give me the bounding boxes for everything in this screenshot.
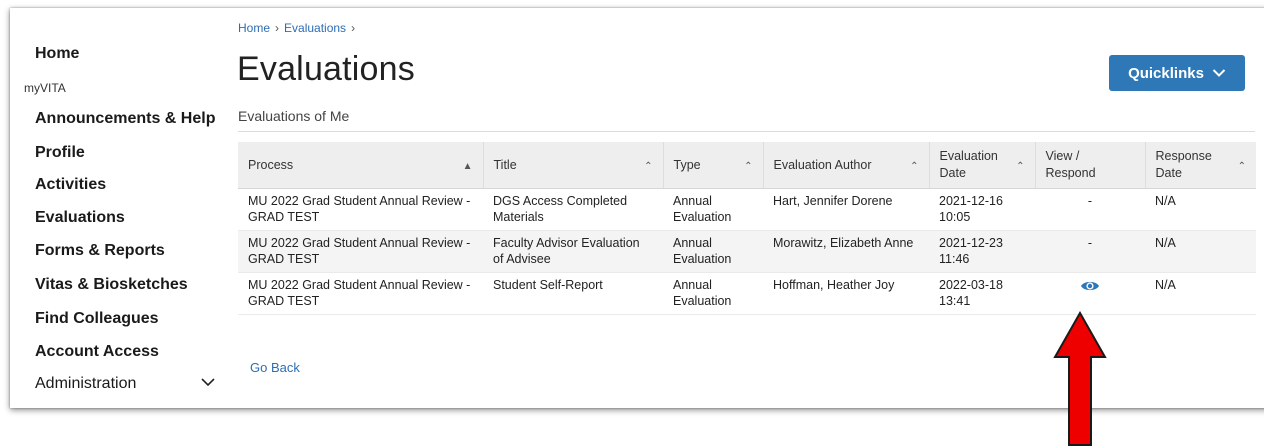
sidebar-item-find-colleagues[interactable]: Find Colleagues (35, 310, 159, 328)
sidebar-item-forms-reports[interactable]: Forms & Reports (35, 242, 165, 260)
cell-response-date: N/A (1145, 230, 1256, 273)
column-header-label: Title (493, 157, 517, 172)
sidebar-item-evaluations[interactable]: Evaluations (35, 209, 125, 227)
eye-icon[interactable] (1080, 279, 1100, 293)
chevron-down-icon (1212, 69, 1226, 77)
section-subtitle: Evaluations of Me (238, 108, 350, 124)
sidebar-item-vitas-biosketches[interactable]: Vitas & Biosketches (35, 276, 188, 294)
cell-type: Annual Evaluation (663, 272, 763, 315)
column-header-title[interactable]: Title ⌃ (483, 142, 664, 189)
cell-process: MU 2022 Grad Student Annual Review - GRA… (238, 230, 483, 273)
annotation-arrow-icon (1053, 311, 1107, 446)
breadcrumb: Home › Evaluations › (238, 21, 360, 35)
sidebar-item-account-access[interactable]: Account Access (35, 343, 159, 361)
sidebar-nav: Home myVITA Announcements & Help Profile… (10, 8, 225, 408)
cell-title: Student Self-Report (483, 272, 663, 315)
evaluations-table: Process ▲ Title ⌃ Type ⌃ Evaluation Author ⌃… (238, 142, 1256, 315)
table-row: MU 2022 Grad Student Annual Review - GRA… (238, 188, 1256, 231)
quicklinks-label: Quicklinks (1128, 64, 1204, 82)
cell-author: Morawitz, Elizabeth Anne (763, 230, 929, 273)
cell-date: 2021-12-16 10:05 (929, 188, 1035, 231)
table-row: MU 2022 Grad Student Annual Review - GRA… (238, 230, 1256, 273)
cell-view (1035, 272, 1145, 315)
sidebar-item-profile[interactable]: Profile (35, 144, 85, 162)
sort-icon[interactable]: ⌃ (1016, 158, 1024, 175)
cell-response-date: N/A (1145, 272, 1256, 315)
cell-author: Hart, Jennifer Dorene (763, 188, 929, 231)
page-title: Evaluations (237, 50, 415, 88)
breadcrumb-separator: › (275, 21, 280, 35)
cell-response-date: N/A (1145, 188, 1256, 231)
chevron-down-icon[interactable] (200, 374, 216, 390)
table-row: MU 2022 Grad Student Annual Review - GRA… (238, 272, 1256, 315)
sort-icon[interactable]: ⌃ (744, 158, 752, 175)
sidebar-item-myvita[interactable]: myVITA (24, 81, 66, 95)
cell-date: 2022-03-18 13:41 (929, 272, 1035, 315)
sidebar-item-announcements[interactable]: Announcements & Help (35, 110, 215, 128)
column-header-label: Evaluation Author (773, 157, 872, 172)
go-back-link[interactable]: Go Back (250, 360, 300, 375)
cell-title: DGS Access Completed Materials (483, 188, 663, 231)
sort-icon[interactable]: ⌃ (644, 158, 652, 175)
sidebar-item-administration[interactable]: Administration (35, 375, 136, 393)
sort-icon[interactable]: ⌃ (1238, 158, 1246, 175)
cell-view: - (1035, 188, 1145, 231)
cell-author: Hoffman, Heather Joy (763, 272, 929, 315)
cell-process: MU 2022 Grad Student Annual Review - GRA… (238, 272, 483, 315)
column-header-label: Evaluation Date (939, 149, 998, 180)
sidebar-item-activities[interactable]: Activities (35, 176, 106, 194)
table-header-row: Process ▲ Title ⌃ Type ⌃ Evaluation Author ⌃… (238, 142, 1256, 189)
column-header-view-respond[interactable]: View / Respond (1035, 142, 1146, 189)
divider (238, 131, 1255, 132)
column-header-type[interactable]: Type ⌃ (663, 142, 764, 189)
cell-title: Faculty Advisor Evaluation of Advisee (483, 230, 663, 273)
breadcrumb-home-link[interactable]: Home (238, 21, 270, 35)
column-header-response-date[interactable]: Response Date ⌃ (1145, 142, 1256, 189)
sort-icon[interactable]: ⌃ (910, 158, 918, 175)
cell-type: Annual Evaluation (663, 188, 763, 231)
cell-type: Annual Evaluation (663, 230, 763, 273)
breadcrumb-evaluations-link[interactable]: Evaluations (284, 21, 346, 35)
column-header-evaluation-date[interactable]: Evaluation Date ⌃ (929, 142, 1036, 189)
quicklinks-button[interactable]: Quicklinks (1109, 55, 1245, 91)
cell-process: MU 2022 Grad Student Annual Review - GRA… (238, 188, 483, 231)
column-header-label: Response Date (1155, 149, 1212, 180)
sort-icon[interactable]: ▲ (463, 158, 473, 175)
sidebar-item-home[interactable]: Home (35, 45, 79, 63)
cell-view: - (1035, 230, 1145, 273)
column-header-author[interactable]: Evaluation Author ⌃ (763, 142, 930, 189)
column-header-label: View / Respond (1045, 149, 1096, 180)
column-header-process[interactable]: Process ▲ (238, 142, 484, 189)
column-header-label: Type (673, 157, 701, 172)
cell-date: 2021-12-23 11:46 (929, 230, 1035, 273)
column-header-label: Process (248, 157, 294, 172)
breadcrumb-separator: › (351, 21, 356, 35)
